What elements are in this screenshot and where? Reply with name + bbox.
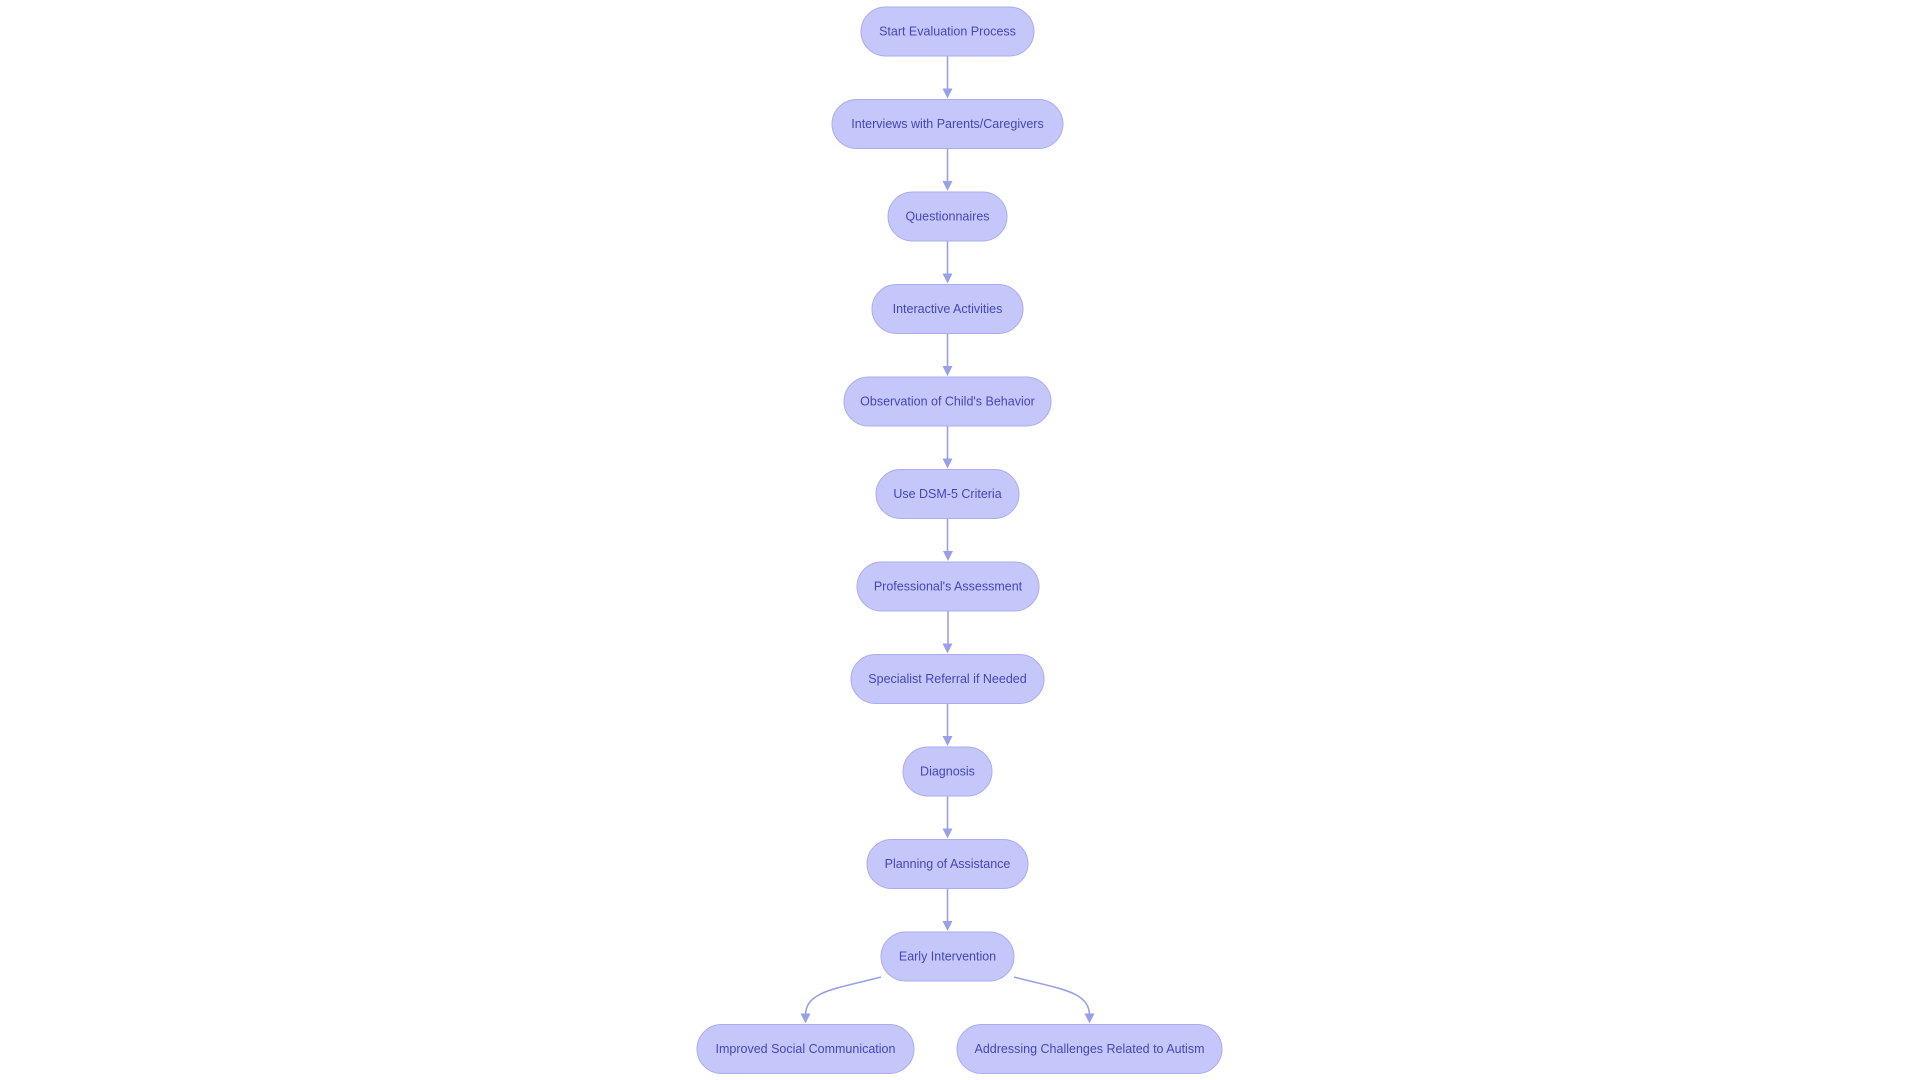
- edge-questionnaires-to-interactive: [942, 241, 953, 284]
- arrowhead-icon: [942, 88, 953, 99]
- node-label: Specialist Referral if Needed: [868, 672, 1026, 686]
- arrowhead-icon: [943, 551, 953, 561]
- node-observation: Observation of Child's Behavior: [843, 376, 1052, 427]
- node-social: Improved Social Communication: [696, 1024, 915, 1074]
- node-interviews: Interviews with Parents/Caregivers: [831, 99, 1064, 149]
- node-label: Addressing Challenges Related to Autism: [975, 1042, 1205, 1056]
- arrowhead-icon: [942, 736, 953, 746]
- arrowhead-icon: [1084, 1013, 1095, 1024]
- node-label: Use DSM-5 Criteria: [893, 487, 1001, 501]
- edge-line: [1013, 976, 1091, 1016]
- edge-early-to-challenges: [1013, 976, 1095, 1024]
- edge-referral-to-diagnosis: [942, 703, 953, 746]
- edge-planning-to-early: [942, 888, 953, 931]
- node-label: Improved Social Communication: [716, 1042, 896, 1056]
- arrowhead-icon: [942, 366, 953, 376]
- node-dsm5: Use DSM-5 Criteria: [875, 469, 1020, 519]
- edge-interviews-to-questionnaires: [942, 148, 953, 191]
- edge-interactive-to-observation: [942, 333, 953, 376]
- flowchart-diagram: Start Evaluation Process Interviews with …: [696, 6, 1223, 1074]
- node-early: Early Intervention: [880, 931, 1015, 982]
- edge-early-to-social: [800, 976, 882, 1024]
- node-start: Start Evaluation Process: [860, 6, 1035, 57]
- node-planning: Planning of Assistance: [866, 839, 1029, 889]
- node-challenges: Addressing Challenges Related to Autism: [956, 1024, 1223, 1074]
- node-label: Start Evaluation Process: [879, 25, 1016, 39]
- arrowhead-icon: [942, 921, 953, 931]
- node-label: Planning of Assistance: [885, 857, 1011, 871]
- node-label: Professional's Assessment: [874, 580, 1023, 594]
- edge-dsm5-to-professional: [943, 518, 953, 561]
- arrowhead-icon: [942, 643, 953, 654]
- arrowhead-icon: [800, 1013, 811, 1024]
- edge-observation-to-dsm5: [942, 426, 953, 469]
- node-referral: Specialist Referral if Needed: [850, 654, 1045, 704]
- node-label: Interviews with Parents/Caregivers: [851, 117, 1043, 131]
- node-label: Observation of Child's Behavior: [860, 395, 1035, 409]
- node-label: Interactive Activities: [893, 302, 1003, 316]
- node-interactive: Interactive Activities: [871, 284, 1024, 334]
- node-questionnaires: Questionnaires: [887, 191, 1008, 242]
- node-professional: Professional's Assessment: [856, 561, 1040, 612]
- edge-start-to-interviews: [942, 56, 953, 99]
- node-label: Diagnosis: [920, 765, 975, 779]
- arrowhead-icon: [942, 273, 953, 284]
- edge-diagnosis-to-planning: [942, 796, 953, 839]
- arrowhead-icon: [942, 458, 953, 469]
- node-label: Questionnaires: [905, 210, 989, 224]
- nodes-layer: Start Evaluation Process Interviews with …: [696, 6, 1223, 1074]
- node-label: Early Intervention: [899, 950, 996, 964]
- arrowhead-icon: [942, 828, 953, 839]
- node-diagnosis: Diagnosis: [902, 746, 993, 797]
- arrowhead-icon: [942, 181, 953, 191]
- edge-professional-to-referral: [942, 611, 953, 654]
- edge-line: [804, 976, 882, 1016]
